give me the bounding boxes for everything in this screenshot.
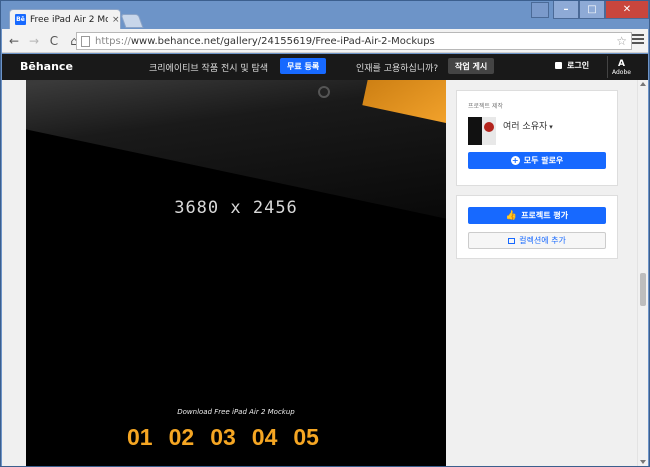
- window-controls: – □ ✕: [531, 1, 649, 19]
- page-viewport: Bēhance 크리에이티브 작품 전시 및 탐색 무료 등록 인재를 고용하십…: [2, 54, 648, 466]
- download-link-04[interactable]: 04: [252, 424, 278, 451]
- follow-all-label: 모두 팔로우: [523, 156, 564, 165]
- download-title: Download Free iPad Air 2 Mockup: [177, 408, 295, 416]
- download-link-05[interactable]: 05: [293, 424, 319, 451]
- add-to-collection-label: 컬렉션에 추가: [519, 236, 566, 245]
- owners-label: 프로젝트 제작: [468, 103, 504, 110]
- browser-window: Bē Free iPad Air 2 Mockups × – □ ✕ ← → C…: [0, 0, 650, 467]
- caret-down-icon: ▾: [549, 123, 553, 131]
- vertical-scrollbar[interactable]: [637, 80, 648, 466]
- download-link-03[interactable]: 03: [210, 424, 236, 451]
- follow-all-button[interactable]: + 모두 팔로우: [468, 152, 606, 169]
- adobe-label: Adobe: [612, 68, 631, 76]
- new-tab-button[interactable]: [120, 14, 144, 28]
- lock-icon: [555, 62, 562, 69]
- hire-question: 인재를 고용하십니까?: [356, 64, 439, 74]
- reload-icon[interactable]: C: [46, 33, 62, 49]
- scroll-down-icon[interactable]: [640, 460, 646, 464]
- owners-card: 프로젝트 제작 여러 소유자 ▾ + 모두 팔로우: [456, 90, 618, 186]
- post-job-button[interactable]: 작업 게시: [448, 58, 495, 74]
- browser-menu-icon[interactable]: [632, 34, 644, 46]
- maximize-button[interactable]: □: [579, 1, 605, 19]
- header-tagline: 크리에이티브 작품 전시 및 탐색: [149, 64, 269, 74]
- title-bar: Bē Free iPad Air 2 Mockups × – □ ✕: [1, 1, 649, 29]
- owners-text: 여러 소유자: [503, 122, 548, 132]
- browser-tab[interactable]: Bē Free iPad Air 2 Mockups ×: [9, 9, 121, 29]
- back-icon[interactable]: ←: [6, 33, 22, 49]
- avatar-red-mark: [484, 122, 494, 132]
- url-scheme: https://: [95, 35, 131, 47]
- actions-card: 👍 프로젝트 평가 컬렉션에 추가: [456, 195, 618, 259]
- resolution-text: 3680 x 2456: [174, 198, 298, 218]
- download-link-01[interactable]: 01: [127, 424, 153, 451]
- rate-project-button[interactable]: 👍 프로젝트 평가: [468, 207, 606, 224]
- url-path: www.behance.net/gallery/24155619/Free-iP…: [130, 35, 435, 47]
- bookmark-star-icon[interactable]: ☆: [616, 34, 627, 48]
- owner-avatars[interactable]: [468, 117, 496, 145]
- tab-title: Free iPad Air 2 Mockups: [30, 14, 108, 25]
- login-label: 로그인: [567, 61, 590, 70]
- behance-logo[interactable]: Bēhance: [20, 60, 73, 73]
- avatar: [482, 117, 496, 145]
- close-window-button[interactable]: ✕: [605, 1, 649, 19]
- address-bar[interactable]: https://www.behance.net/gallery/24155619…: [76, 32, 632, 50]
- plus-circle-icon: +: [510, 155, 520, 165]
- sign-up-button[interactable]: 무료 등록: [280, 58, 327, 74]
- download-numbers: 01 02 03 04 05: [127, 424, 335, 451]
- rate-project-label: 프로젝트 평가: [521, 211, 569, 220]
- camera-lens-icon: [318, 86, 330, 98]
- page-info-icon[interactable]: [81, 35, 90, 47]
- scroll-up-icon[interactable]: [640, 82, 646, 86]
- behance-favicon-icon: Bē: [15, 14, 26, 25]
- thumbs-up-icon: 👍: [505, 210, 518, 221]
- adobe-icon: A: [618, 58, 625, 69]
- url-text: https://www.behance.net/gallery/24155619…: [95, 36, 435, 47]
- scrollbar-thumb[interactable]: [640, 273, 646, 306]
- forward-icon[interactable]: →: [26, 33, 42, 49]
- adobe-logo[interactable]: A Adobe: [607, 56, 631, 78]
- project-image: 3680 x 2456 Download Free iPad Air 2 Moc…: [26, 80, 446, 466]
- owners-dropdown[interactable]: 여러 소유자 ▾: [503, 119, 553, 132]
- tab-close-icon[interactable]: ×: [112, 15, 120, 25]
- collection-icon: [508, 237, 516, 244]
- browser-toolbar: ← → C ⌂ https://www.behance.net/gallery/…: [2, 29, 648, 53]
- download-link-02[interactable]: 02: [169, 424, 195, 451]
- user-profile-icon[interactable]: [531, 2, 549, 18]
- login-link[interactable]: 로그인: [555, 60, 589, 71]
- behance-header: Bēhance 크리에이티브 작품 전시 및 탐색 무료 등록 인재를 고용하십…: [2, 54, 648, 80]
- add-to-collection-button[interactable]: 컬렉션에 추가: [468, 232, 606, 249]
- avatar: [468, 117, 482, 145]
- minimize-button[interactable]: –: [553, 1, 579, 19]
